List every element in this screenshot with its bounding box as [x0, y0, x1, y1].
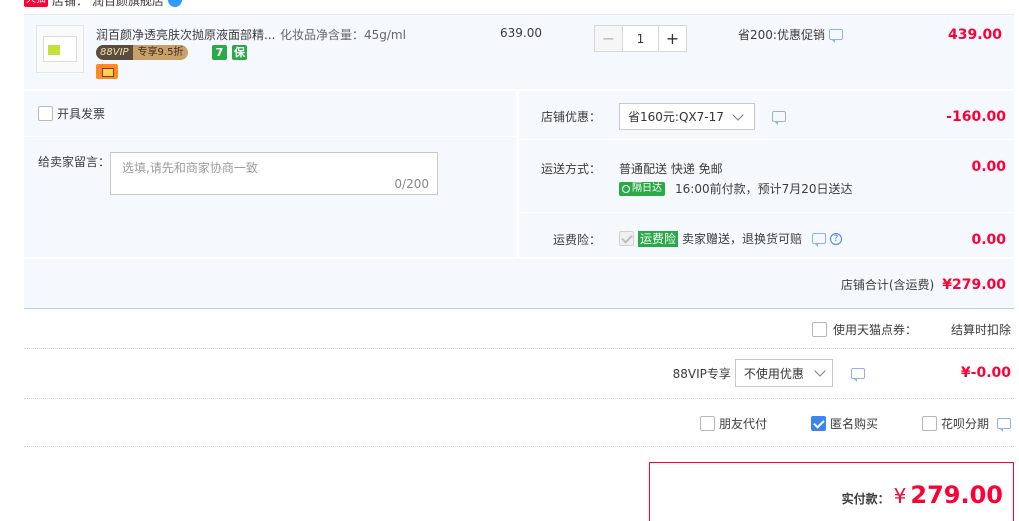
shop-discount-select[interactable]: 省160元:QX7-17	[619, 103, 755, 130]
anonymous-label: 匿名购买	[829, 417, 878, 431]
chevron-down-icon	[732, 108, 744, 121]
vip-tag-label: 88VIP	[96, 45, 133, 60]
points-note: 结算时扣除	[950, 323, 1011, 337]
pay-label: 实付款：	[841, 492, 890, 506]
friend-pay-label: 朋友代付	[718, 417, 767, 431]
order-options-left: 开具发票 给卖家留言： 0/200	[24, 91, 516, 257]
huabei-checkbox[interactable]	[921, 416, 937, 431]
credit-card-icon	[96, 64, 118, 79]
product-thumbnail[interactable]	[36, 25, 84, 73]
guarantee-icon: 保	[232, 45, 247, 60]
pay-currency: ¥	[893, 484, 907, 508]
invoice-checkbox[interactable]	[38, 106, 53, 121]
shop-label: 店铺：	[52, 0, 89, 8]
seller-message-label: 给卖家留言：	[38, 155, 111, 169]
shop-total-label: 店铺合计(含运费)	[840, 278, 935, 292]
chevron-down-icon	[814, 365, 826, 377]
comment-icon[interactable]	[997, 418, 1011, 432]
invoice-label: 开具发票	[57, 107, 106, 121]
message-char-count: 0/200	[394, 177, 429, 191]
shop-discount-amount: -160.00	[946, 109, 1006, 125]
points-row: 使用天猫点券： 结算时扣除	[811, 321, 1011, 338]
product-title-link[interactable]: 润百颜净透亮肤次抛原液面部精...	[96, 26, 276, 43]
original-price: 639.00	[500, 26, 542, 40]
promotion-info: 省200:优惠促销	[738, 26, 843, 43]
seven-day-return-icon: 7	[212, 45, 227, 60]
shop-total-amount: ¥279.00	[942, 276, 1006, 293]
shop-total-row: 店铺合计(含运费) ¥279.00	[24, 259, 1014, 309]
quantity-input[interactable]: 1	[623, 25, 658, 52]
insurance-checkbox	[619, 231, 634, 246]
order-options-right: 店铺优惠： 省160元:QX7-17 -160.00 运送方式： 普通配送 快递…	[519, 91, 1014, 257]
shipping-method: 普通配送 快递 免邮	[619, 162, 723, 176]
wangwang-chat-icon[interactable]	[168, 0, 183, 7]
vip88-select[interactable]: 不使用优惠	[734, 359, 833, 387]
promotion-text: 省200:优惠促销	[738, 28, 825, 42]
shop-discount-value: 省160元:QX7-17	[628, 110, 724, 124]
quantity-stepper: − 1 +	[594, 25, 687, 52]
comment-icon[interactable]	[772, 111, 786, 125]
insurance-text: 卖家赠送，退换货可赔	[682, 232, 803, 246]
comment-icon[interactable]	[812, 233, 827, 247]
shipping-note: 16:00前付款，预计7月20日送达	[675, 182, 853, 196]
comment-icon[interactable]	[850, 367, 865, 382]
vip88-select-value: 不使用优惠	[743, 366, 804, 381]
insurance-label: 运费险：	[552, 233, 601, 247]
vip88-label: 88VIP专享	[672, 366, 731, 381]
shipping-label: 运送方式：	[540, 162, 601, 176]
points-label: 使用天猫点券：	[832, 323, 917, 337]
anonymous-checkbox[interactable]	[810, 416, 826, 431]
shipping-eta: 隔日达 16:00前付款，预计7月20日送达	[619, 180, 853, 197]
help-icon[interactable]: ?	[830, 232, 843, 245]
vip88-row: 88VIP专享 不使用优惠 ¥-0.00	[673, 359, 1011, 387]
quantity-decrease-button[interactable]: −	[594, 25, 623, 52]
item-subtotal: 439.00	[947, 27, 1002, 43]
product-spec: 化妆品净含量：45g/ml	[280, 28, 406, 42]
vip88-amount: ¥-0.00	[960, 365, 1011, 381]
vip-tag-discount: 专享9.5折	[132, 45, 189, 60]
invoice-option[interactable]: 开具发票	[38, 105, 105, 122]
pay-amount: 279.00	[910, 481, 1003, 509]
payment-summary: 实付款： ¥ 279.00	[649, 462, 1014, 521]
order-item-row: 润百颜净透亮肤次抛原液面部精... 化妆品净含量：45g/ml 88VIP 专享…	[24, 14, 1014, 89]
quantity-increase-button[interactable]: +	[658, 25, 687, 52]
shop-header: 天猫 店铺： 润百颜旗舰店	[24, 0, 183, 9]
seller-message-box: 0/200	[110, 152, 438, 195]
huabei-label: 花呗分期	[940, 417, 989, 431]
comment-icon[interactable]	[828, 29, 843, 43]
shop-discount-label: 店铺优惠：	[540, 110, 601, 124]
checkout-extras-row: 朋友代付 匿名购买 花呗分期	[699, 415, 1011, 432]
shipping-amount: 0.00	[971, 159, 1006, 175]
insurance-option: 运费险 卖家赠送，退换货可赔 ?	[619, 230, 843, 247]
vip-discount-tag: 88VIP 专享9.5折	[96, 45, 189, 60]
friend-pay-checkbox[interactable]	[699, 416, 715, 431]
shop-name-link[interactable]: 润百颜旗舰店	[92, 0, 164, 9]
insurance-amount: 0.00	[971, 232, 1006, 248]
tmall-badge: 天猫	[24, 0, 48, 7]
points-checkbox[interactable]	[811, 322, 827, 337]
insurance-tag: 运费险	[638, 230, 679, 247]
next-day-badge: 隔日达	[619, 181, 665, 196]
seller-message-input[interactable]	[111, 153, 437, 194]
